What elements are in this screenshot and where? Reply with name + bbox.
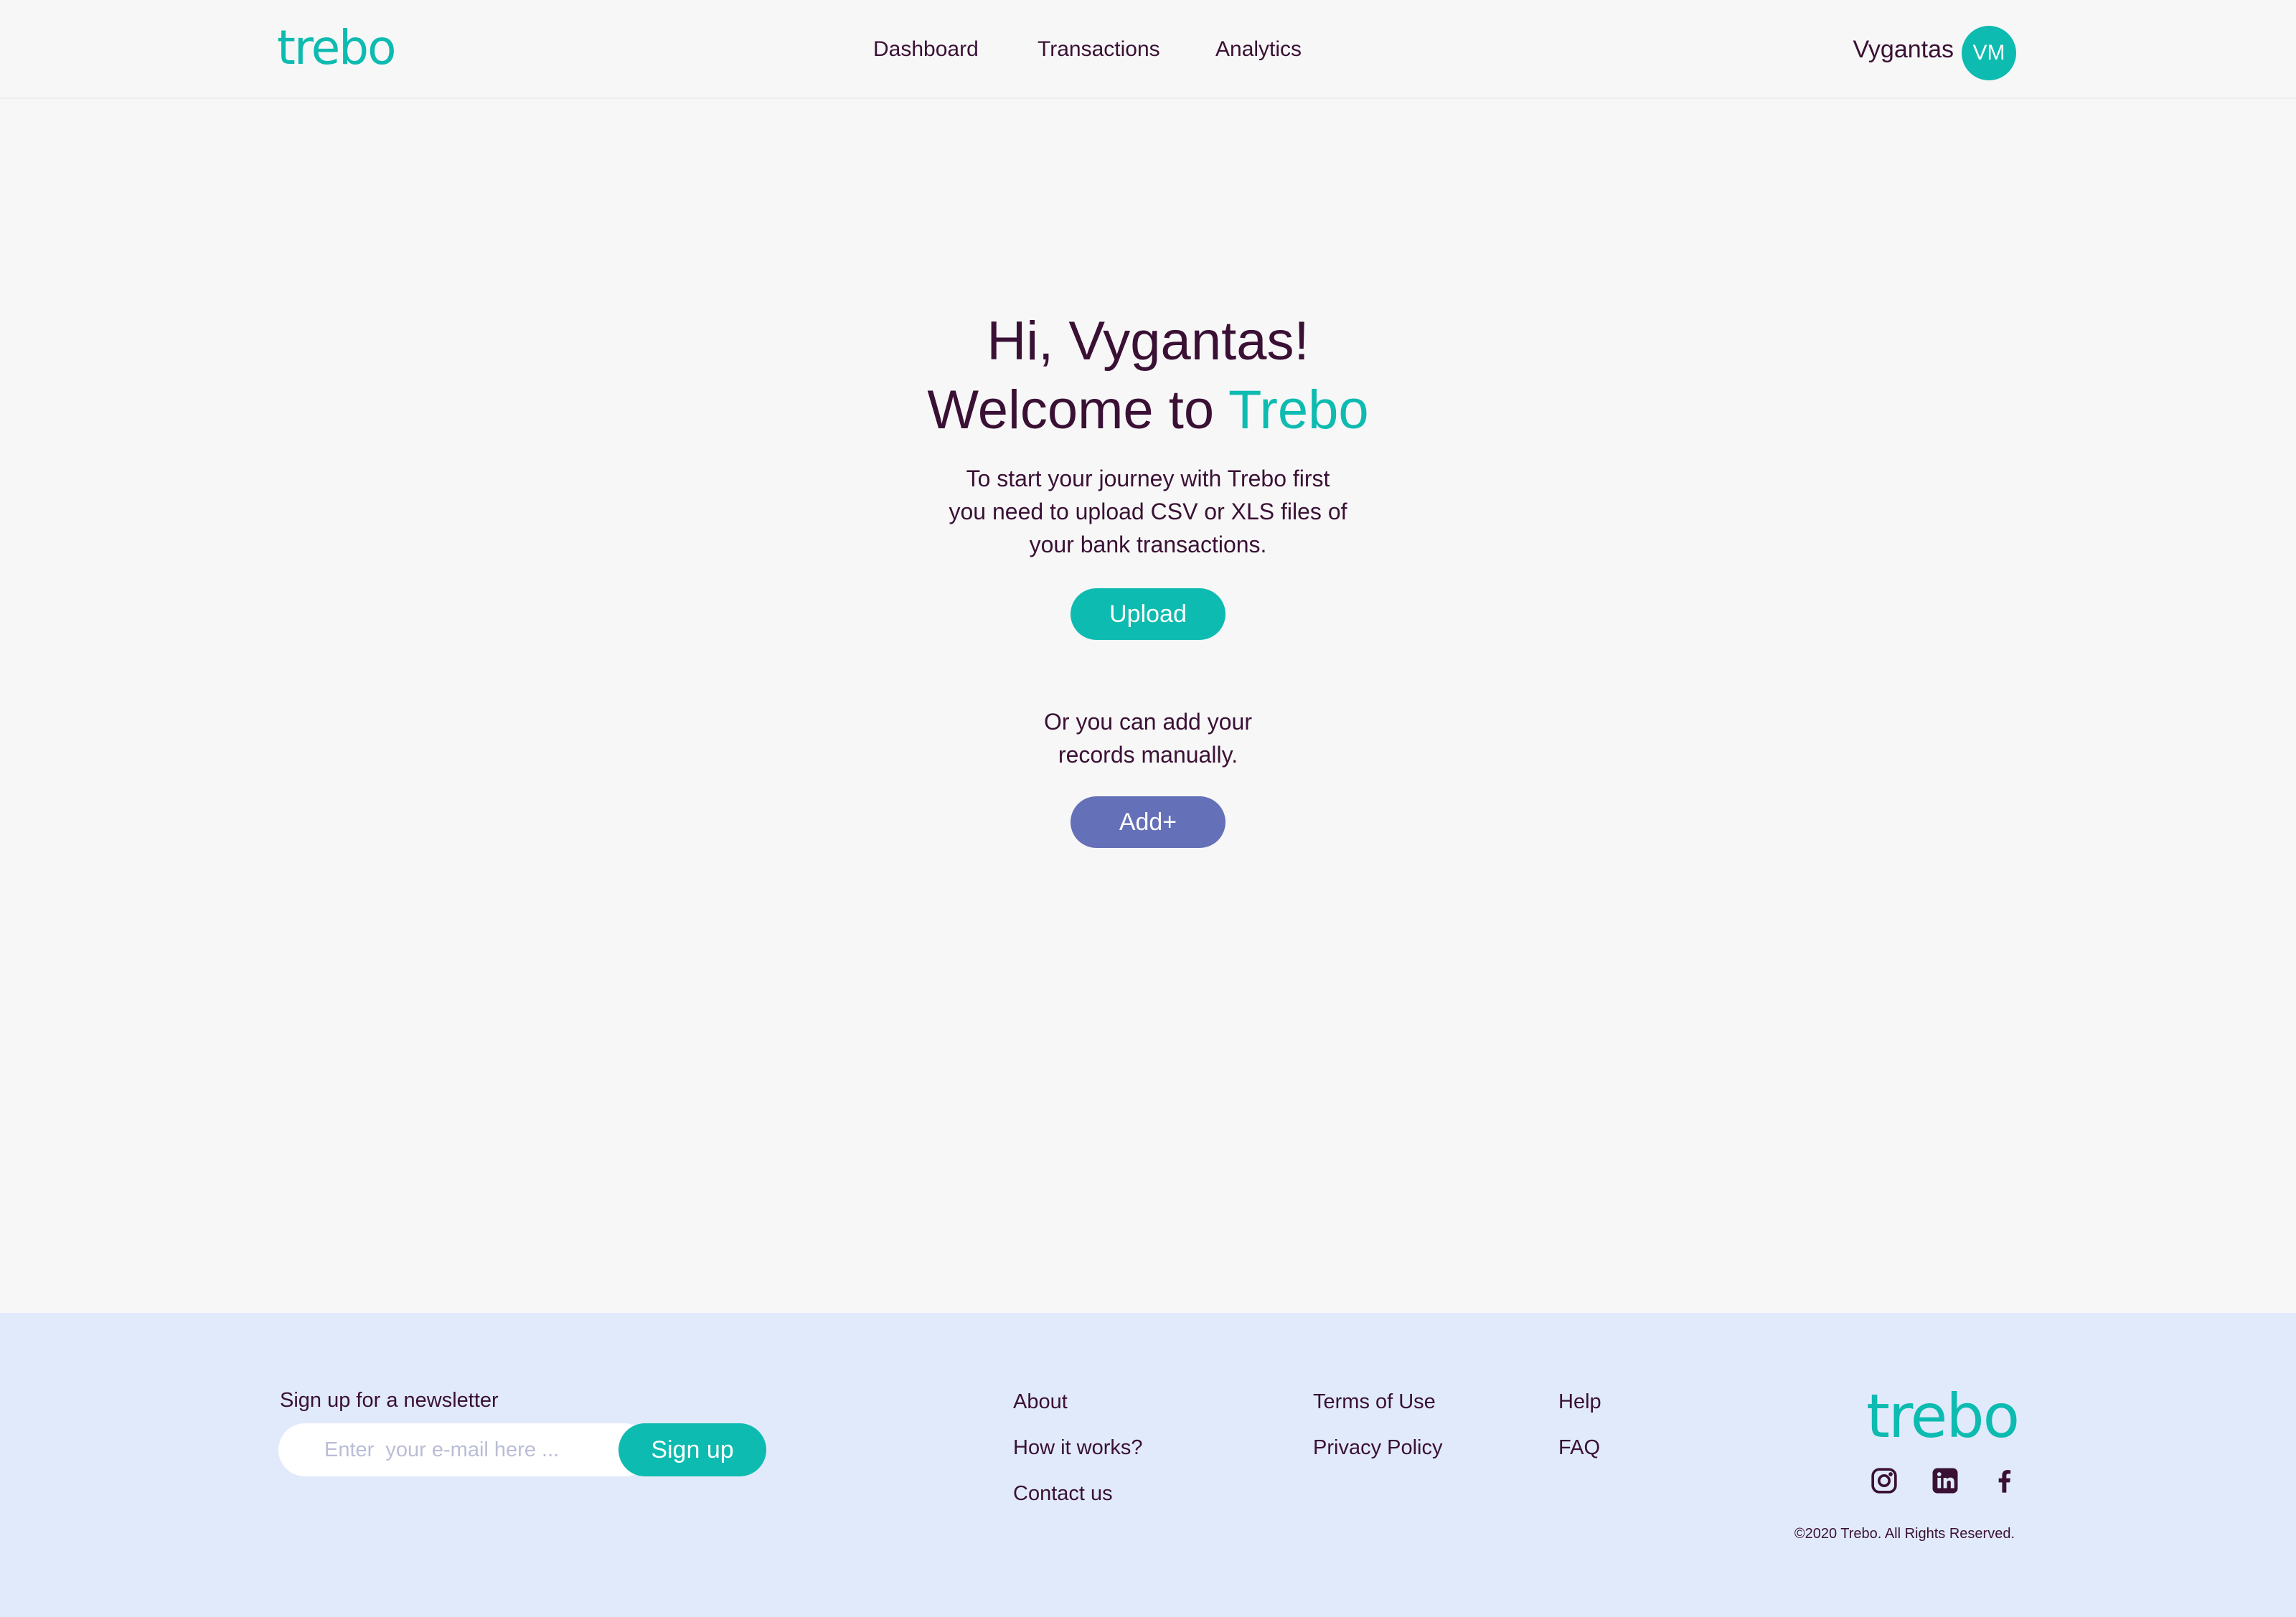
main-content: Hi, Vygantas! Welcome to Trebo To start … [0, 100, 2296, 1313]
intro-line: you need to upload CSV or XLS files of [949, 499, 1347, 524]
footer-link-how-it-works[interactable]: How it works? [1013, 1438, 1143, 1458]
welcome-prefix: Welcome to [927, 380, 1215, 440]
intro-text: To start your journey with Trebo first y… [897, 462, 1399, 561]
signup-button[interactable]: Sign up [618, 1423, 766, 1476]
footer-link-contact[interactable]: Contact us [1013, 1484, 1113, 1504]
welcome-brand: Trebo [1228, 380, 1369, 440]
intro-line: your bank transactions. [1029, 532, 1267, 557]
upload-button[interactable]: Upload [1071, 588, 1225, 640]
footer-logo[interactable]: trebo [1866, 1386, 2020, 1446]
top-header: trebo Dashboard Transactions Analytics V… [0, 0, 2296, 99]
add-record-button[interactable]: Add+ [1071, 796, 1225, 848]
manual-text: Or you can add your records manually. [969, 705, 1327, 771]
newsletter-label: Sign up for a newsletter [280, 1389, 499, 1412]
footer-link-terms[interactable]: Terms of Use [1313, 1392, 1436, 1413]
footer-link-faq[interactable]: FAQ [1558, 1438, 1600, 1458]
intro-line: To start your journey with Trebo first [966, 466, 1330, 491]
footer-link-help[interactable]: Help [1558, 1392, 1601, 1413]
manual-line: records manually. [1058, 742, 1238, 768]
nav-dashboard[interactable]: Dashboard [873, 39, 979, 60]
welcome-line: Welcome to Trebo [0, 376, 2296, 445]
email-input[interactable] [278, 1423, 651, 1476]
instagram-icon[interactable] [1868, 1465, 1900, 1496]
footer-link-about[interactable]: About [1013, 1392, 1068, 1413]
footer-link-privacy[interactable]: Privacy Policy [1313, 1438, 1443, 1458]
header-logo[interactable]: trebo [277, 24, 396, 72]
copyright-text: ©2020 Trebo. All Rights Reserved. [1794, 1526, 2015, 1542]
welcome-heading: Hi, Vygantas! Welcome to Trebo [0, 307, 2296, 445]
greeting-text: Hi, Vygantas! [987, 311, 1309, 372]
linkedin-icon[interactable] [1929, 1465, 1961, 1496]
nav-transactions[interactable]: Transactions [1038, 39, 1160, 60]
nav-analytics[interactable]: Analytics [1215, 39, 1302, 60]
avatar[interactable]: VM [1962, 26, 2016, 80]
page-footer: Sign up for a newsletter Sign up About H… [0, 1313, 2296, 1617]
newsletter-form: Sign up [278, 1423, 766, 1476]
user-name[interactable]: Vygantas [1853, 37, 1954, 62]
manual-line: Or you can add your [1044, 709, 1252, 735]
facebook-icon[interactable] [1989, 1465, 2020, 1496]
